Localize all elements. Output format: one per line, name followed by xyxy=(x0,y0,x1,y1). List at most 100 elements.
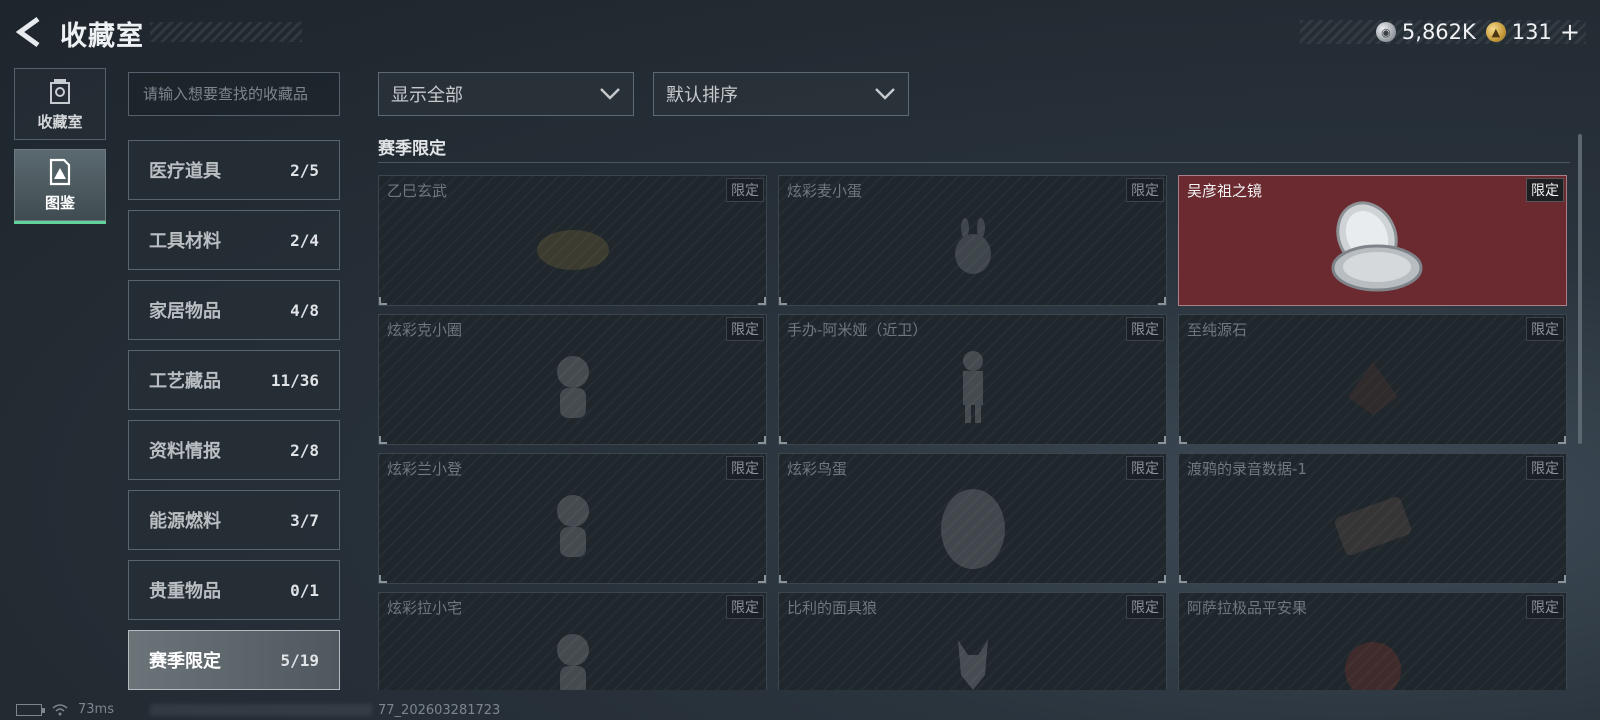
nav-tab-collection-room[interactable]: 收藏室 xyxy=(14,68,106,140)
card-corner xyxy=(1158,575,1166,583)
item-card[interactable]: 阿萨拉极品平安果 限定 xyxy=(1178,592,1567,690)
category-name: 赛季限定 xyxy=(149,651,221,672)
compact-mirror-icon xyxy=(1331,201,1423,292)
card-corner xyxy=(379,575,387,583)
collection-room-icon xyxy=(50,78,70,104)
currency-gold: ▲ 131 + xyxy=(1485,18,1580,46)
category-medical[interactable]: 医疗道具 2/5 xyxy=(128,140,340,200)
card-corner xyxy=(1158,436,1166,444)
card-corner xyxy=(1558,575,1566,583)
limited-tag: 限定 xyxy=(726,595,764,619)
limited-tag: 限定 xyxy=(1526,317,1564,341)
item-name: 炫彩兰小登 xyxy=(387,460,463,478)
wifi-icon xyxy=(52,703,68,715)
chevron-down-icon xyxy=(875,88,895,100)
redacted-area xyxy=(150,704,372,716)
back-button[interactable] xyxy=(14,16,44,48)
item-name: 比利的面具狼 xyxy=(787,599,878,617)
card-corner xyxy=(379,297,387,305)
category-count: 5/19 xyxy=(280,650,319,670)
item-card[interactable]: 炫彩麦小蛋 限定 xyxy=(778,175,1167,306)
silver-coin-icon: ◉ xyxy=(1375,22,1396,42)
crystal-icon xyxy=(1347,362,1398,416)
limited-tag: 限定 xyxy=(726,178,764,202)
category-crafts[interactable]: 工艺藏品 11/36 xyxy=(128,350,340,410)
limited-tag: 限定 xyxy=(726,317,764,341)
limited-tag: 限定 xyxy=(1126,456,1164,480)
category-tools[interactable]: 工具材料 2/4 xyxy=(128,210,340,270)
currency-silver: ◉ 5,862K xyxy=(1375,20,1476,44)
category-season-limited[interactable]: 赛季限定 5/19 xyxy=(128,630,340,690)
item-name: 炫彩克小圈 xyxy=(387,321,463,339)
status-bar: 73ms xyxy=(16,702,114,717)
category-count: 2/8 xyxy=(290,440,319,460)
item-card[interactable]: 比利的面具狼 限定 xyxy=(778,592,1167,690)
category-name: 资料情报 xyxy=(149,441,221,462)
item-name: 吴彦祖之镜 xyxy=(1187,182,1263,200)
item-name: 乙巳玄武 xyxy=(387,182,448,200)
sort-dropdown[interactable]: 默认排序 xyxy=(653,72,909,116)
limited-tag: 限定 xyxy=(1526,595,1564,619)
add-currency-button[interactable]: + xyxy=(1560,18,1580,46)
sort-value: 默认排序 xyxy=(666,85,738,106)
show-filter-dropdown[interactable]: 显示全部 xyxy=(378,72,634,116)
card-corner xyxy=(379,436,387,444)
category-count: 2/4 xyxy=(290,230,319,250)
card-corner xyxy=(758,575,766,583)
recorder-icon xyxy=(1334,497,1411,556)
item-name: 阿萨拉极品平安果 xyxy=(1187,599,1308,617)
category-name: 贵重物品 xyxy=(149,581,221,602)
item-name: 炫彩鸟蛋 xyxy=(787,460,848,478)
page-title: 收藏室 xyxy=(60,21,144,52)
egg-icon xyxy=(940,489,1005,570)
show-filter-value: 显示全部 xyxy=(391,85,463,106)
limited-tag: 限定 xyxy=(1526,456,1564,480)
action-figure-icon xyxy=(962,351,983,424)
category-name: 工艺藏品 xyxy=(149,371,221,392)
gold-amount: 131 xyxy=(1511,20,1552,44)
item-name: 至纯源石 xyxy=(1187,321,1248,339)
item-card[interactable]: 手办-阿米娅（近卫） 限定 xyxy=(778,314,1167,445)
section-title: 赛季限定 xyxy=(378,139,446,159)
item-card[interactable]: 乙巳玄武 限定 xyxy=(378,175,767,306)
item-card[interactable]: 炫彩拉小宅 限定 xyxy=(378,592,767,690)
category-count: 0/1 xyxy=(290,580,319,600)
title-decoration xyxy=(150,22,302,42)
tortoise-figure-icon xyxy=(536,230,609,271)
category-count: 2/5 xyxy=(290,160,319,180)
item-card[interactable]: 炫彩兰小登 限定 xyxy=(378,453,767,584)
limited-tag: 限定 xyxy=(726,456,764,480)
item-name: 炫彩拉小宅 xyxy=(387,599,463,617)
card-corner xyxy=(1179,575,1187,583)
apple-icon xyxy=(1344,642,1401,690)
nav-tab-codex[interactable]: 图鉴 xyxy=(14,149,106,224)
nav-tab-label: 图鉴 xyxy=(44,193,75,212)
item-card-owned[interactable]: 吴彦祖之镜 限定 xyxy=(1178,175,1567,306)
category-energy[interactable]: 能源燃料 3/7 xyxy=(128,490,340,550)
category-count: 4/8 xyxy=(290,300,319,320)
item-grid: 乙巳玄武 限定 炫彩麦小蛋 限定 吴彦祖之镜 限定 炫彩克小圈 限定 手办-阿米… xyxy=(378,172,1568,690)
category-count: 3/7 xyxy=(290,510,319,530)
item-name: 炫彩麦小蛋 xyxy=(787,182,863,200)
figurine-icon xyxy=(556,634,589,690)
grid-scrollbar[interactable] xyxy=(1578,134,1582,444)
item-card[interactable]: 炫彩鸟蛋 限定 xyxy=(778,453,1167,584)
card-corner xyxy=(779,297,787,305)
card-corner xyxy=(1558,436,1566,444)
item-card[interactable]: 渡鸦的录音数据-1 限定 xyxy=(1178,453,1567,584)
item-card[interactable]: 炫彩克小圈 限定 xyxy=(378,314,767,445)
currency-bar: ◉ 5,862K ▲ 131 + xyxy=(1300,18,1586,46)
ping-value: 73ms xyxy=(78,702,114,717)
figurine-icon xyxy=(556,356,589,419)
item-card[interactable]: 至纯源石 限定 xyxy=(1178,314,1567,445)
category-intel[interactable]: 资料情报 2/8 xyxy=(128,420,340,480)
card-corner xyxy=(758,297,766,305)
limited-tag: 限定 xyxy=(1126,595,1164,619)
search-input[interactable] xyxy=(143,85,325,103)
nav-tab-label: 收藏室 xyxy=(37,112,83,131)
session-id: 77_202603281723 xyxy=(378,703,501,718)
category-valuables[interactable]: 贵重物品 0/1 xyxy=(128,560,340,620)
wolf-mask-icon xyxy=(957,640,988,690)
category-name: 医疗道具 xyxy=(149,161,221,182)
category-home[interactable]: 家居物品 4/8 xyxy=(128,280,340,340)
